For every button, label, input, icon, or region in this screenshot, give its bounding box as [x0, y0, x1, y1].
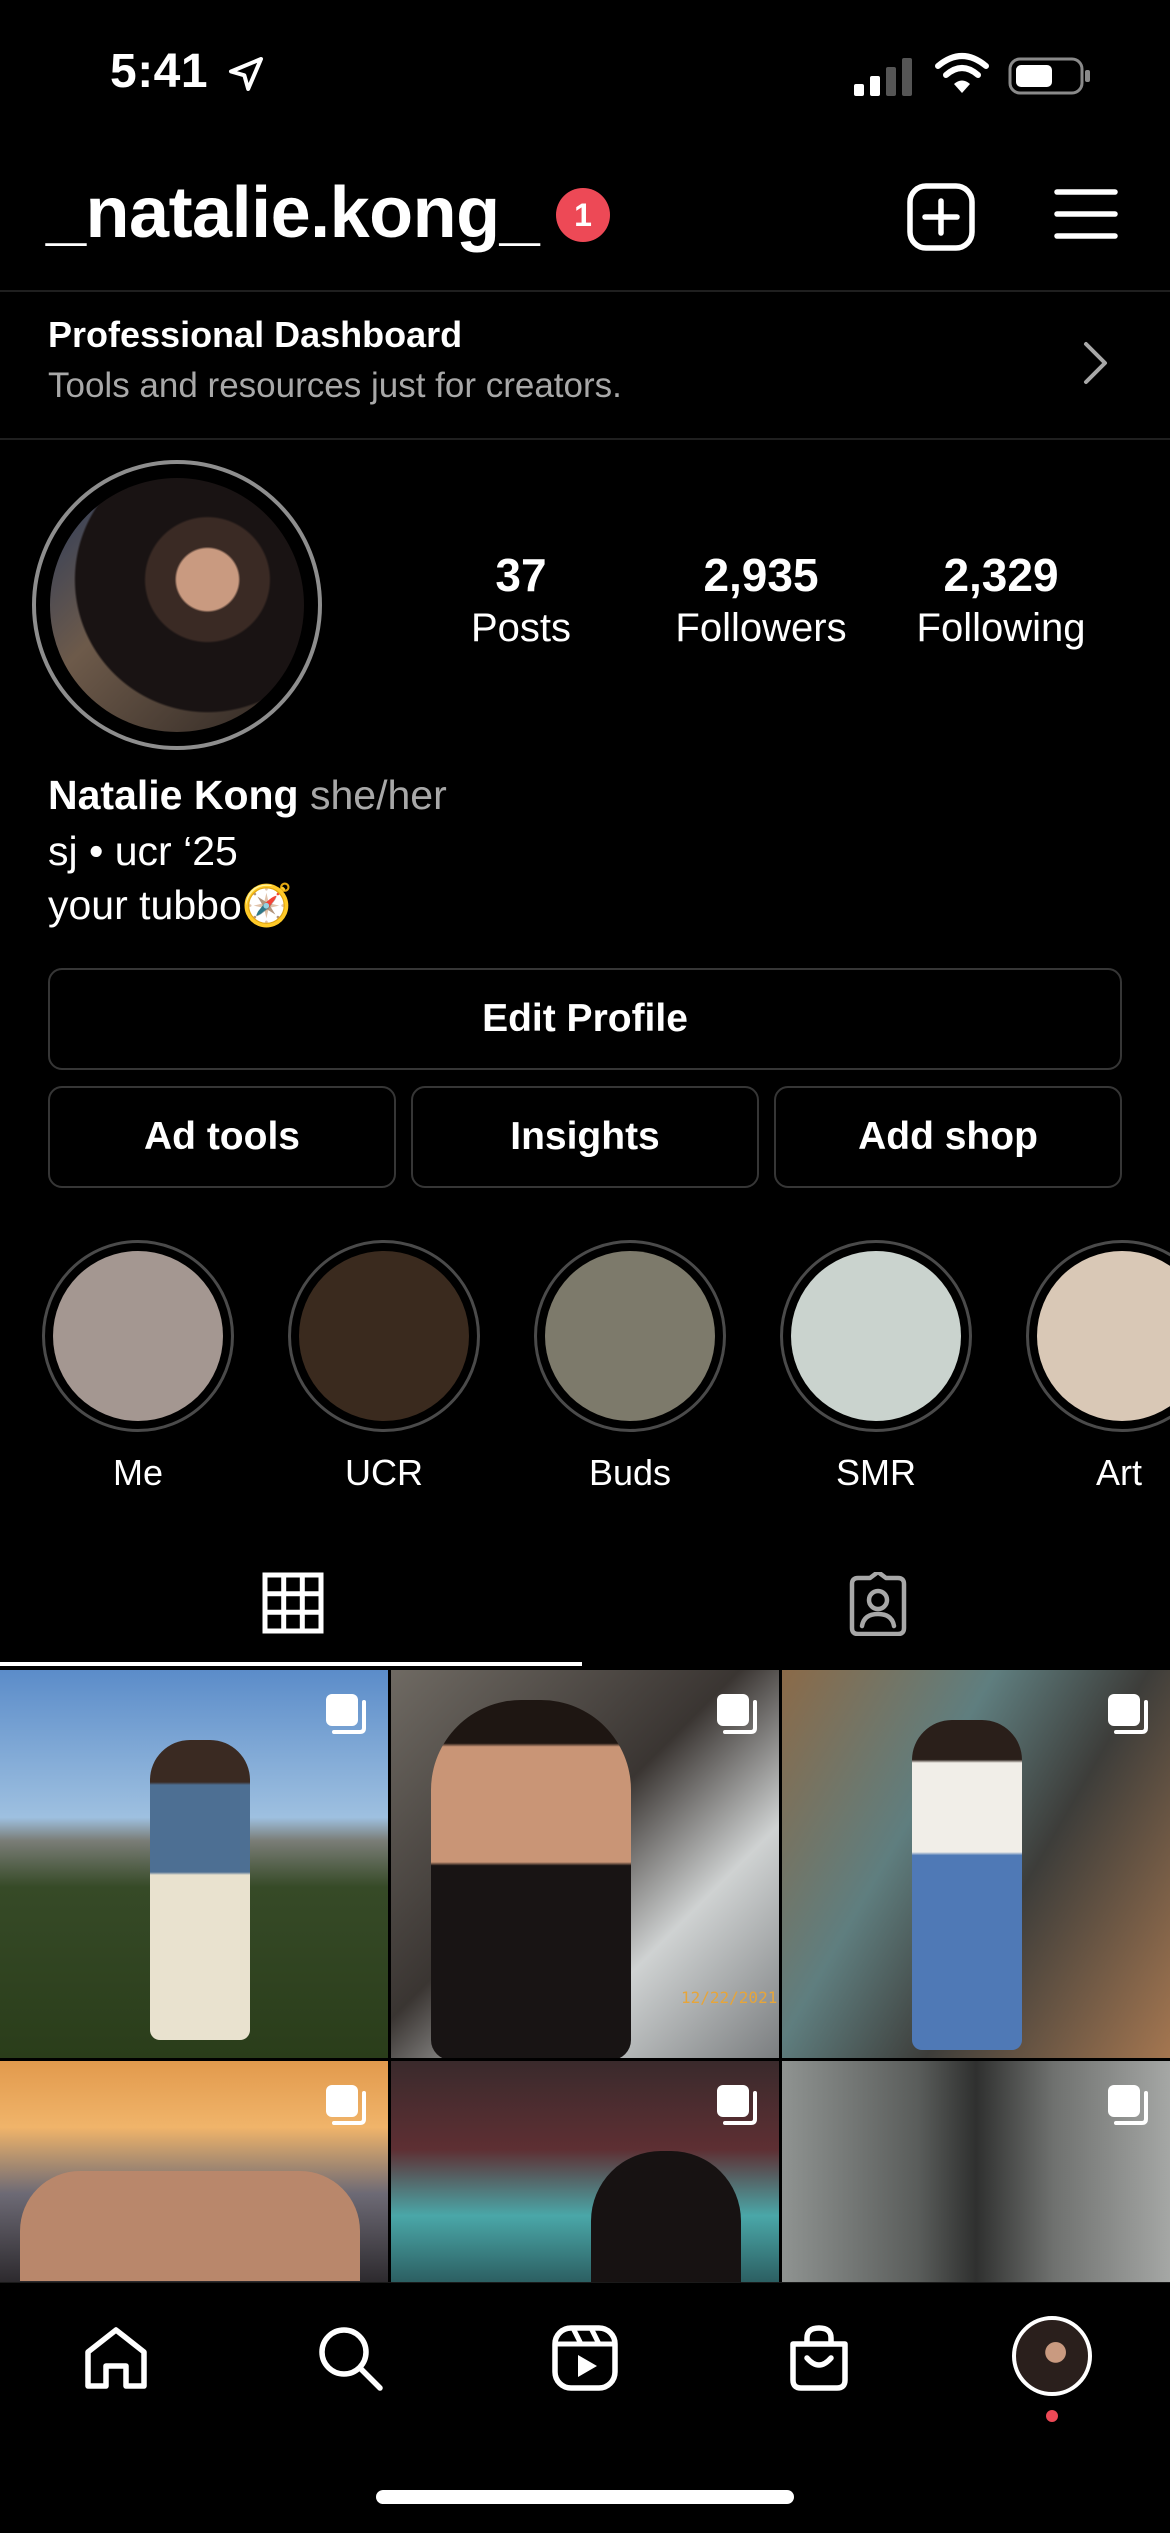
active-tab-indicator: [0, 1662, 582, 1666]
highlight-cover: [53, 1251, 223, 1421]
highlight-label: UCR: [345, 1452, 423, 1493]
carousel-icon: [1108, 2085, 1148, 2125]
insights-button[interactable]: Insights: [411, 1086, 759, 1188]
highlight-label: Me: [112, 1452, 163, 1493]
highlight-label: Buds: [588, 1452, 672, 1493]
search-icon[interactable]: [314, 2322, 386, 2394]
stat-followers-label: Followers: [675, 606, 847, 650]
highlight-cover: [299, 1251, 469, 1421]
grid-icon: [262, 1572, 324, 1634]
highlight-label: SMR: [836, 1452, 916, 1493]
stat-posts-label: Posts: [470, 606, 572, 650]
carousel-icon: [326, 1694, 366, 1734]
highlight-label: Art: [1096, 1452, 1143, 1493]
highlight-cover: [791, 1251, 961, 1421]
profile-avatar-icon[interactable]: [1012, 2316, 1092, 2396]
professional-dashboard-row[interactable]: Professional Dashboard Tools and resourc…: [0, 290, 1170, 440]
dashboard-subtitle: Tools and resources just for creators.: [48, 366, 622, 405]
highlight-smr[interactable]: SMR: [776, 1240, 976, 1494]
stat-posts-value: 37: [495, 549, 547, 601]
highlight-ring: [42, 1240, 234, 1432]
post-thumbnail[interactable]: [782, 1670, 1170, 2058]
wifi-icon: [935, 53, 989, 93]
dashboard-title: Professional Dashboard: [48, 314, 463, 355]
highlight-ring: [288, 1240, 480, 1432]
stat-following-value: 2,329: [943, 549, 1059, 601]
highlight-cover: [1037, 1251, 1170, 1421]
new-post-icon[interactable]: [906, 182, 976, 252]
home-indicator[interactable]: [376, 2490, 794, 2504]
highlight-ucr[interactable]: UCR: [284, 1240, 484, 1494]
carousel-icon: [326, 2085, 366, 2125]
profile-username[interactable]: _natalie.kong_: [46, 172, 540, 254]
profile-avatar[interactable]: [50, 478, 304, 732]
compass-emoji: 🧭: [241, 882, 293, 928]
post-thumbnail[interactable]: [0, 2061, 388, 2282]
chevron-right-icon: [1084, 342, 1107, 384]
bio-line-2-text: your tubbo: [48, 882, 242, 928]
highlight-me[interactable]: Me: [38, 1240, 238, 1494]
highlight-buds[interactable]: Buds: [530, 1240, 730, 1494]
bio-line-1: sj • ucr ‘25: [48, 828, 238, 874]
add-shop-button[interactable]: Add shop: [774, 1086, 1122, 1188]
notification-dot: [1046, 2410, 1058, 2422]
cellular-signal-icon: [854, 58, 912, 96]
photo-subject: [912, 1720, 1022, 2050]
post-thumbnail[interactable]: 12/22/2021: [391, 1670, 779, 2058]
post-thumbnail[interactable]: [0, 1670, 388, 2058]
highlight-ring: [1026, 1240, 1170, 1432]
ad-tools-button[interactable]: Ad tools: [48, 1086, 396, 1188]
photo-date-stamp: 12/22/2021: [681, 1988, 778, 2007]
highlight-art[interactable]: Art: [1022, 1240, 1170, 1494]
hamburger-menu-icon[interactable]: [1054, 186, 1118, 242]
stat-followers[interactable]: 2,935 Followers: [646, 548, 876, 651]
post-thumbnail[interactable]: [782, 2061, 1170, 2282]
highlight-ring: [780, 1240, 972, 1432]
shopping-bag-icon[interactable]: [783, 2322, 855, 2394]
carousel-icon: [717, 2085, 757, 2125]
reels-icon[interactable]: [549, 2322, 621, 2394]
battery-icon: [1008, 57, 1090, 95]
bio-line-2: your tubbo🧭: [48, 882, 293, 930]
highlight-cover: [545, 1251, 715, 1421]
photo-subject: [150, 1740, 250, 2040]
stat-following-label: Following: [916, 606, 1086, 650]
photo-subject: [431, 1700, 631, 2058]
home-icon[interactable]: [80, 2322, 152, 2394]
tagged-person-icon: [849, 1572, 907, 1636]
status-time: 5:41: [110, 45, 209, 98]
carousel-icon: [1108, 1694, 1148, 1734]
highlight-ring: [534, 1240, 726, 1432]
edit-profile-button[interactable]: Edit Profile: [48, 968, 1122, 1070]
bio-display-name: Natalie Kong: [48, 772, 299, 818]
post-thumbnail[interactable]: [391, 2061, 779, 2282]
bio-pronouns: she/her: [310, 772, 447, 818]
carousel-icon: [717, 1694, 757, 1734]
bio-name-line: Natalie Kong she/her: [48, 772, 447, 819]
notification-badge[interactable]: 1: [556, 188, 610, 242]
photo-subject: [20, 2171, 360, 2281]
location-arrow-icon: [229, 57, 263, 91]
stat-following[interactable]: 2,329 Following: [886, 548, 1116, 651]
photo-subject: [591, 2151, 741, 2282]
stat-posts[interactable]: 37 Posts: [406, 548, 636, 651]
stat-followers-value: 2,935: [703, 549, 819, 601]
